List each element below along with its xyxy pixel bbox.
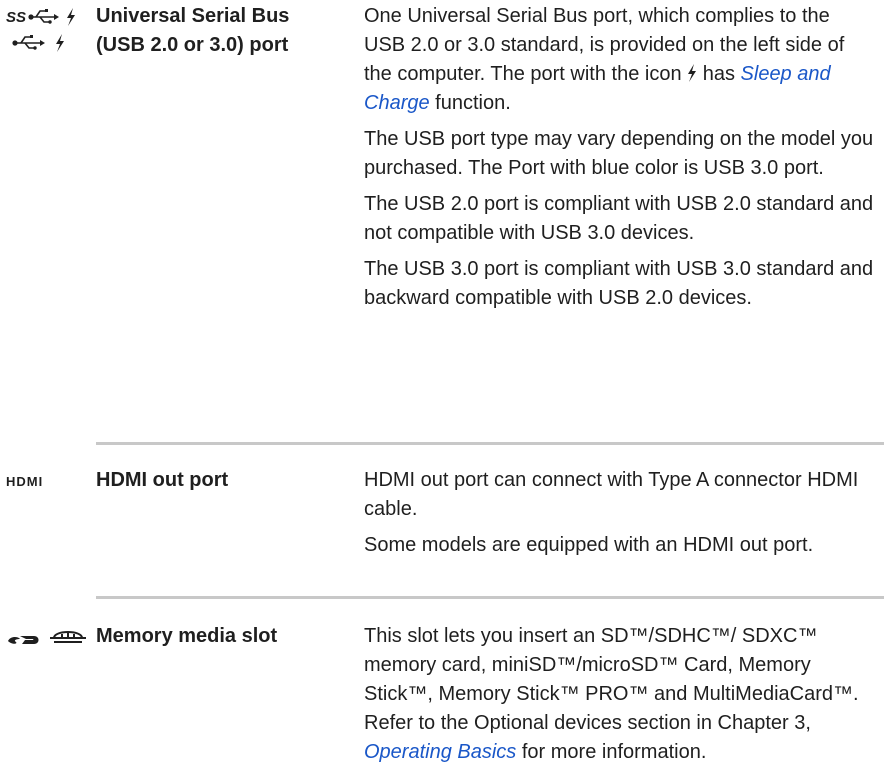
hdmi-desc-paragraph-1: HDMI out port can connect with Type A co… — [364, 469, 859, 520]
hdmi-port-description: HDMI out port can connect with Type A co… — [364, 466, 876, 567]
usb-term-line-2: (USB 2.0 or 3.0) port — [96, 34, 289, 56]
memory-stick-logo-icon — [50, 631, 86, 643]
usb-desc-paragraph-1: One Universal Serial Bus port, which com… — [364, 5, 845, 114]
hdmi-desc-paragraph-2: Some models are equipped with an HDMI ou… — [364, 534, 814, 556]
sd-card-logo-icon — [8, 636, 39, 644]
hdmi-logo-icon: HDMI — [6, 474, 43, 489]
usb-desc-paragraph-3: The USB 2.0 port is compliant with USB 2… — [364, 193, 874, 244]
svg-text:HDMI: HDMI — [6, 474, 43, 489]
memory-media-slot-description: This slot lets you insert an SD™/SDHC™/ … — [364, 622, 876, 774]
memory-desc-paragraph-1: This slot lets you insert an SD™/SDHC™/ … — [364, 625, 859, 763]
row-separator — [96, 442, 884, 445]
memory-media-slot-term: Memory media slot — [96, 625, 278, 647]
usb-port-term: Universal Serial Bus (USB 2.0 or 3.0) po… — [96, 2, 346, 60]
row-separator — [96, 596, 884, 599]
hdmi-port-term: HDMI out port — [96, 469, 229, 491]
usb-desc-paragraph-2: The USB port type may vary depending on … — [364, 128, 874, 179]
usb-2-charge-icon — [12, 34, 64, 52]
usb-port-description: One Universal Serial Bus port, which com… — [364, 2, 876, 320]
svg-text:SS: SS — [6, 9, 26, 26]
usb-3-superspeed-charge-icon: SS — [6, 8, 75, 26]
usb-desc-paragraph-4: The USB 3.0 port is compliant with USB 3… — [364, 258, 874, 309]
charge-bolt-icon — [688, 64, 697, 82]
usb-term-line-1: Universal Serial Bus — [96, 5, 290, 27]
operating-basics-link[interactable]: Operating Basics — [364, 741, 516, 763]
